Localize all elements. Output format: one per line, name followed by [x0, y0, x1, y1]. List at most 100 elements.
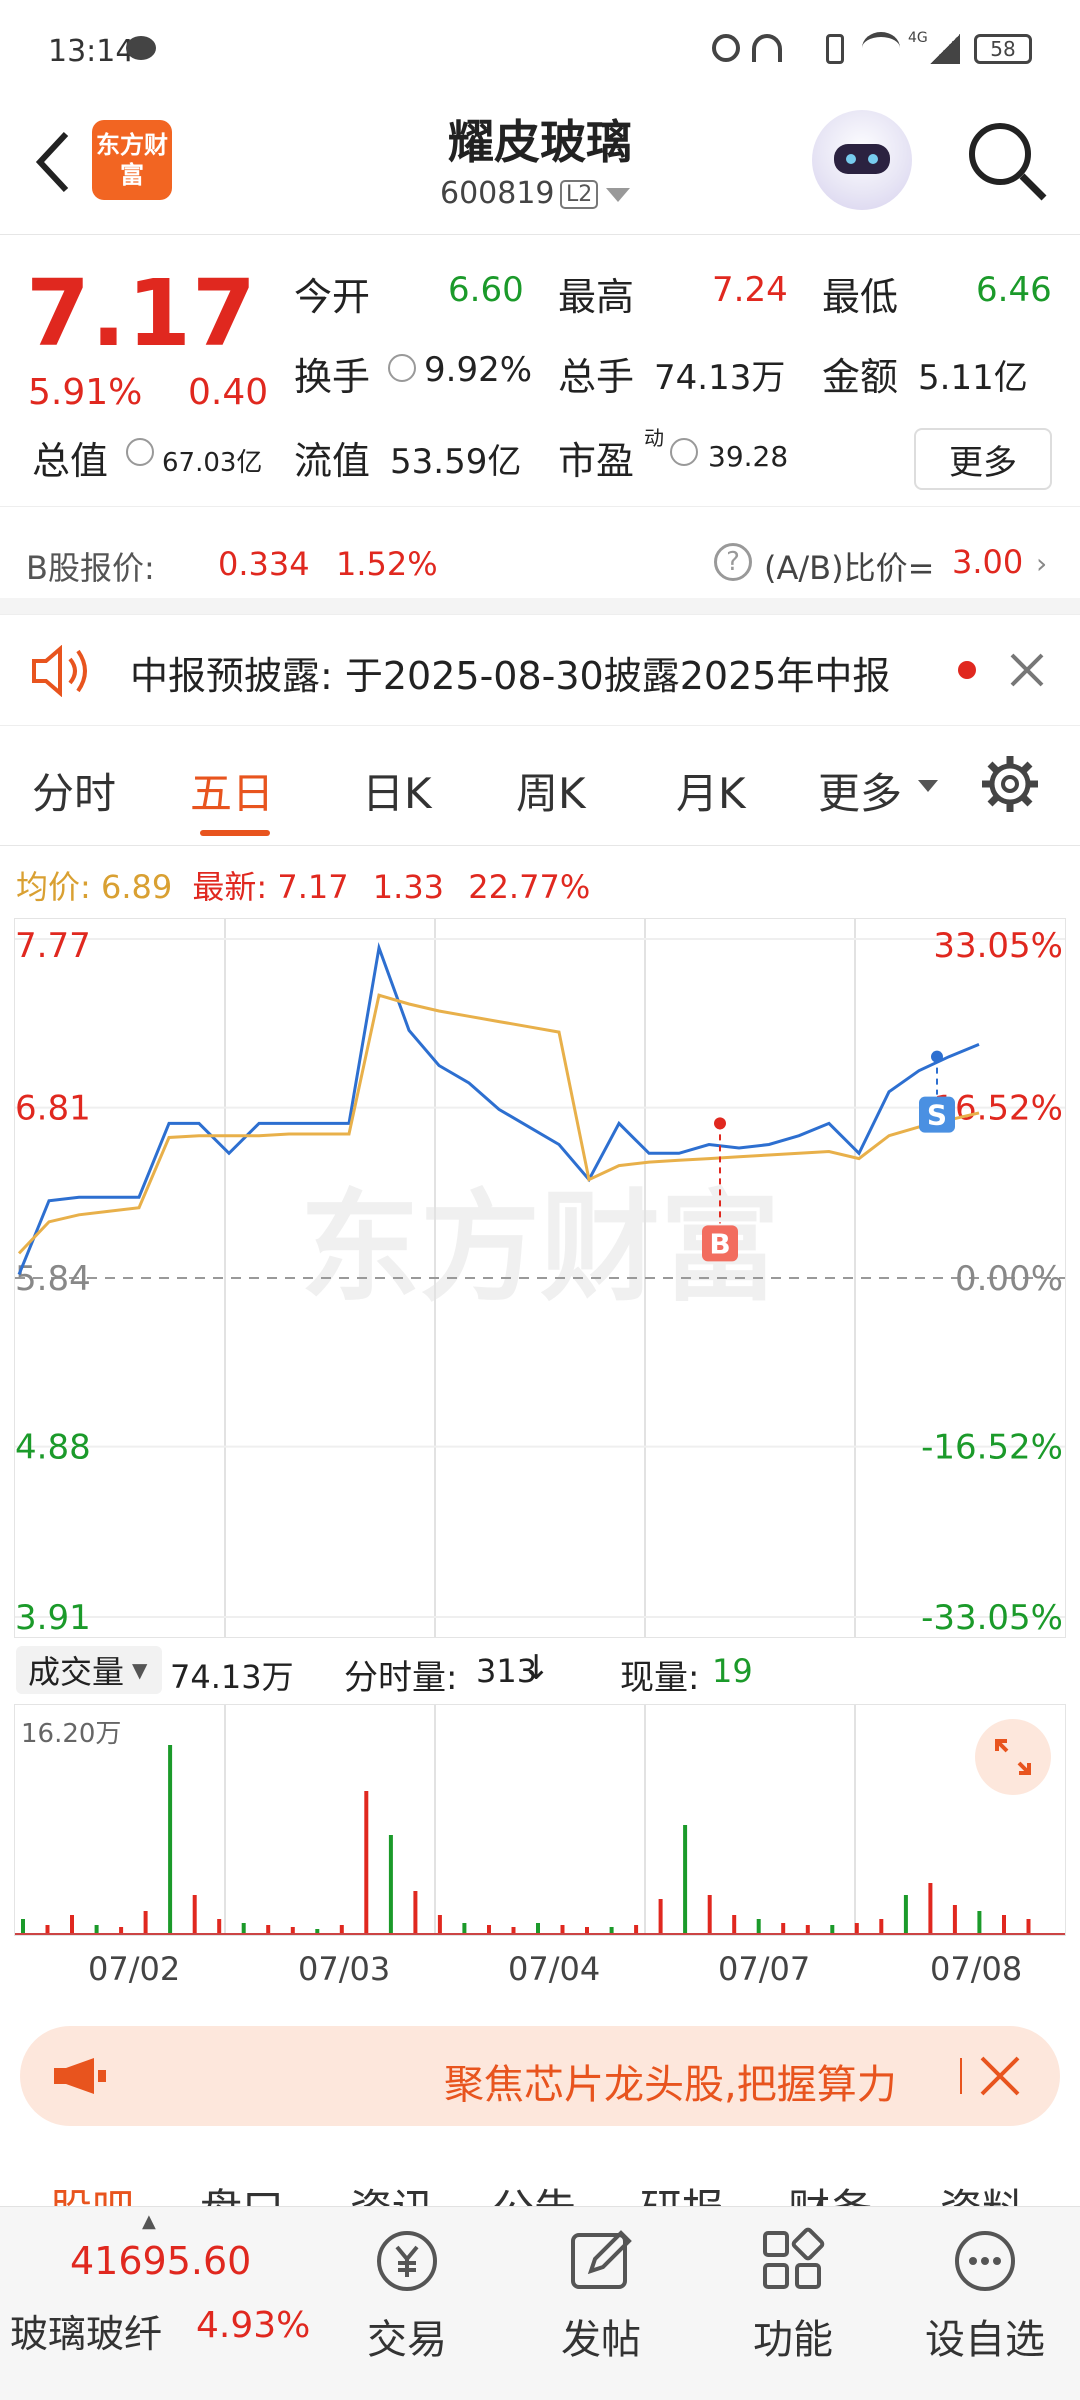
tab-intraday[interactable]: 分时: [32, 760, 116, 821]
date-label: 07/08: [930, 1950, 1023, 1988]
volume-chart[interactable]: 16.20万: [14, 1704, 1066, 1936]
tab-more[interactable]: 更多: [818, 760, 902, 821]
app-logo[interactable]: 东方财富: [92, 120, 172, 200]
info-icon[interactable]: [388, 354, 416, 382]
tab-announcements[interactable]: 公告: [492, 2176, 576, 2206]
volume-bar: [217, 1919, 222, 1935]
date-axis: 07/02 07/03 07/04 07/07 07/08: [0, 1944, 1080, 1996]
five-day-price-chart[interactable]: 东方财富 7.77 33.05% 6.81 16.52% 5.84 0.00% 4.88 -16…: [14, 918, 1066, 1638]
close-icon[interactable]: [978, 2054, 1022, 2098]
volume-header: 成交量 ▼ 74.13万 分时量: 313 ↓ 现量: 19: [0, 1638, 1080, 1702]
tab-five-day[interactable]: 五日: [190, 760, 274, 821]
wifi-icon: [862, 32, 900, 64]
battery-icon: 58: [974, 34, 1032, 64]
change-amount: 0.40: [188, 372, 269, 413]
robot-assistant-avatar[interactable]: [812, 110, 912, 210]
unread-dot: [958, 661, 976, 679]
tab-news[interactable]: 资讯: [350, 2176, 434, 2206]
close-icon[interactable]: [1008, 651, 1046, 689]
post-button[interactable]: 发帖: [536, 2227, 666, 2365]
function-button[interactable]: 功能: [728, 2227, 858, 2365]
robot-visor: [834, 144, 890, 174]
volume-indicator-label: 成交量: [28, 1653, 125, 1691]
speaker-icon: [32, 645, 87, 697]
apps-grid-icon: [763, 2227, 825, 2289]
buy-badge-label: B: [709, 1227, 730, 1260]
tab-weekly-k[interactable]: 周K: [516, 760, 586, 821]
current-volume-label: 现量:: [620, 1658, 700, 1698]
volume-max-label: 16.20万: [21, 1719, 122, 1749]
notice-text: 中报预披露: 于2025-08-30披露2025年中报: [130, 654, 891, 698]
back-button[interactable]: [24, 122, 84, 202]
caret-up-icon: ▲: [142, 2211, 156, 2232]
last-price-value: 7.17: [277, 868, 349, 906]
tab-daily-k[interactable]: 日K: [362, 760, 432, 821]
chevron-down-icon[interactable]: [606, 188, 630, 204]
mktcap-value: 67.03亿: [162, 448, 263, 478]
caret-down-icon: ▼: [132, 1658, 148, 1682]
high-value: 7.24: [712, 270, 788, 310]
date-label: 07/07: [718, 1950, 811, 1988]
b-share-row[interactable]: B股报价: 0.334 1.52% ? (A/B)比价= 3.00 ›: [0, 506, 1080, 610]
tab-finance[interactable]: 财务: [788, 2176, 872, 2206]
wechat-icon: [126, 36, 156, 60]
trade-button[interactable]: 交易: [342, 2227, 472, 2365]
app-logo-text: 东方财富: [96, 131, 168, 189]
tab-profile[interactable]: 资料: [940, 2176, 1024, 2206]
status-bar: 13:14 4G 58: [0, 0, 1080, 100]
date-label: 07/04: [508, 1950, 601, 1988]
volume-bar: [658, 1899, 663, 1935]
volume-bar: [168, 1745, 173, 1935]
add-watchlist-button[interactable]: 设自选: [920, 2227, 1050, 2365]
open-value: 6.60: [448, 270, 524, 310]
volume-bar: [732, 1915, 737, 1935]
volume-bar: [879, 1919, 884, 1935]
date-label: 07/02: [88, 1950, 181, 1988]
volume-bar: [364, 1791, 369, 1935]
megaphone-icon: [54, 2058, 106, 2094]
quote-more-button[interactable]: 更多: [914, 428, 1052, 490]
level2-badge[interactable]: L2: [560, 180, 599, 209]
info-icon[interactable]: [670, 438, 698, 466]
active-tab-indicator: [200, 830, 270, 836]
volume-bar: [756, 1919, 761, 1935]
mktcap-label: 总值: [32, 439, 109, 483]
stock-name: 耀皮玻璃: [448, 115, 632, 169]
settings-gear-icon[interactable]: [980, 754, 1040, 814]
volume-bar: [952, 1905, 957, 1935]
open-label: 今开: [294, 275, 371, 319]
search-button[interactable]: [962, 116, 1052, 206]
sector-index[interactable]: ▲ 41695.60 玻璃玻纤 4.93%: [0, 2207, 310, 2400]
tab-forum[interactable]: 股吧: [50, 2176, 134, 2206]
content-tabs: 股吧 盘口 资讯 公告 研报 财务 资料: [0, 2156, 1080, 2206]
promo-banner[interactable]: 聚焦芯片龙头股,把握算力: [20, 2026, 1060, 2126]
alarm-icon: [712, 34, 740, 62]
volume-value: 74.13万: [654, 358, 786, 398]
expand-icon: [995, 1739, 1031, 1775]
chart-info-line: 均价: 6.89 最新: 7.17 1.33 22.77%: [16, 862, 590, 908]
back-icon: [35, 131, 69, 193]
help-icon[interactable]: ?: [714, 543, 752, 581]
tab-monthly-k[interactable]: 月K: [676, 760, 746, 821]
status-time: 13:14: [48, 34, 135, 69]
y-tick-right: -16.52%: [921, 1428, 1063, 1468]
y-tick-right: -33.05%: [921, 1598, 1063, 1637]
info-icon[interactable]: [126, 438, 154, 466]
volume-chart-svg: [15, 1705, 1065, 1935]
caret-down-icon: [918, 780, 938, 792]
b-share-price: 0.334: [218, 545, 310, 583]
volume-indicator-select[interactable]: 成交量 ▼: [16, 1646, 162, 1694]
notice-bar[interactable]: 中报预披露: 于2025-08-30披露2025年中报: [0, 614, 1080, 726]
tick-volume-label: 分时量:: [344, 1658, 458, 1698]
more-dots-icon: [955, 2231, 1015, 2291]
network-label: 4G: [908, 30, 928, 46]
sector-pct: 4.93%: [196, 2305, 311, 2346]
expand-button[interactable]: [975, 1719, 1051, 1795]
tab-research[interactable]: 研报: [640, 2176, 724, 2206]
volume-bar: [1002, 1915, 1006, 1935]
tab-order-book[interactable]: 盘口: [200, 2176, 284, 2206]
sector-index-value: 41695.60: [70, 2239, 252, 2283]
turnover-value: 9.92%: [424, 350, 533, 390]
date-label: 07/03: [298, 1950, 391, 1988]
volume-bar: [903, 1895, 908, 1935]
